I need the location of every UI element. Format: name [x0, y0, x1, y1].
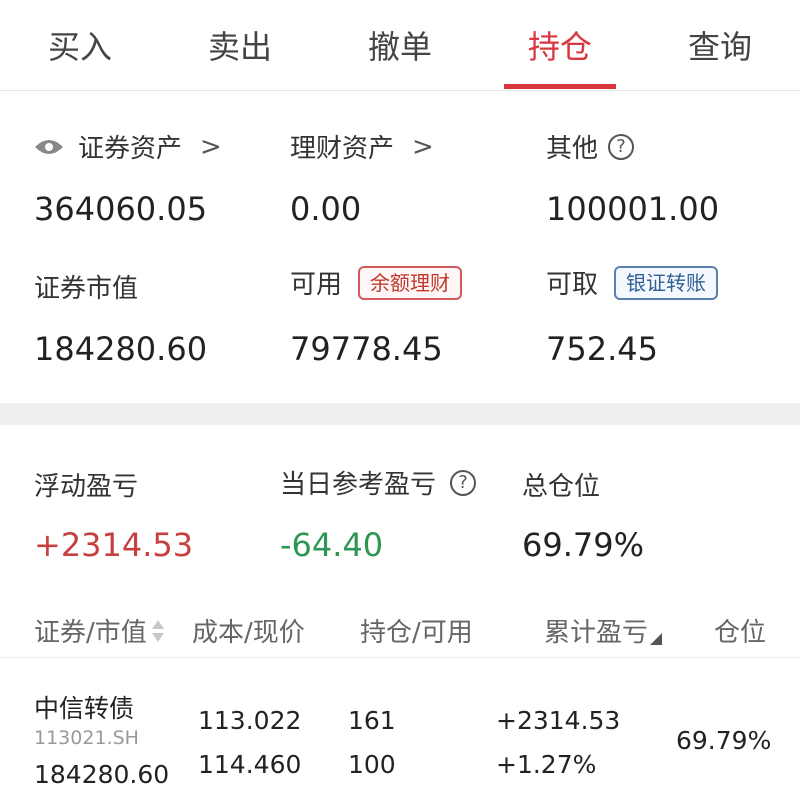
security-code: 113021.SH [34, 727, 139, 749]
available-label: 可用 [290, 270, 343, 300]
available-group: 可用 余额理财 [290, 264, 463, 301]
securities-assets-value: 364060.05 [34, 190, 208, 228]
other-assets: 其他 ? [546, 128, 635, 165]
wealth-assets-link[interactable]: 理财资产 > [290, 128, 434, 165]
total-position-value: 69.79% [522, 526, 645, 564]
tab-buy[interactable]: 买入 [0, 0, 160, 90]
cost-price: 113.022 [198, 706, 302, 735]
floating-pnl-value: +2314.53 [34, 526, 194, 564]
daily-pnl-value: -64.40 [280, 526, 384, 564]
sort-desc-icon [650, 633, 663, 645]
tab-holdings[interactable]: 持仓 [480, 0, 640, 90]
sort-icon [151, 619, 164, 642]
other-label: 其他 [546, 134, 599, 164]
security-name: 中信转债 [34, 694, 135, 723]
bank-transfer-button[interactable]: 银证转账 [614, 265, 719, 300]
cumulative-pnl: +2314.53 [496, 706, 621, 735]
col-security-header[interactable]: 证券/市值 [34, 612, 165, 649]
header-separator [0, 657, 800, 658]
available-qty: 100 [348, 750, 396, 779]
active-tab-indicator [504, 84, 616, 89]
withdrawable-group: 可取 银证转账 [546, 264, 719, 301]
chevron-right-icon: > [200, 131, 222, 162]
col-cost-header[interactable]: 成本/现价 [192, 612, 305, 649]
market-value-value: 184280.60 [34, 330, 208, 368]
withdrawable-label: 可取 [546, 270, 599, 300]
section-divider [0, 403, 800, 425]
tab-query[interactable]: 查询 [640, 0, 800, 90]
help-icon[interactable]: ? [450, 469, 477, 496]
wealth-assets-label: 理财资产 [290, 134, 395, 164]
wealth-assets-value: 0.00 [290, 190, 362, 228]
tab-sell[interactable]: 卖出 [160, 0, 320, 90]
eye-icon[interactable] [34, 138, 64, 156]
col-position-header[interactable]: 仓位 [714, 612, 766, 649]
balance-wealth-button[interactable]: 余额理财 [358, 265, 463, 300]
position-pct: 69.79% [676, 726, 772, 755]
market-value-label: 证券市值 [34, 274, 139, 304]
current-price: 114.460 [198, 750, 302, 779]
security-market-value: 184280.60 [34, 760, 170, 789]
floating-pnl-label: 浮动盈亏 [34, 472, 139, 502]
other-value: 100001.00 [546, 190, 720, 228]
total-position-label: 总仓位 [522, 472, 601, 502]
tab-cancel[interactable]: 撤单 [320, 0, 480, 90]
withdrawable-value: 752.45 [546, 330, 658, 368]
chevron-right-icon: > [412, 131, 434, 162]
securities-assets-link[interactable]: 证券资产 > [34, 128, 222, 165]
cumulative-pnl-pct: +1.27% [496, 750, 597, 779]
col-holding-header[interactable]: 持仓/可用 [360, 612, 473, 649]
help-icon[interactable]: ? [608, 133, 635, 160]
daily-pnl-group: 当日参考盈亏 ? [280, 464, 477, 501]
holding-qty: 161 [348, 706, 396, 735]
col-pnl-header[interactable]: 累计盈亏 [544, 612, 663, 649]
securities-assets-label: 证券资产 [78, 134, 183, 164]
daily-pnl-label: 当日参考盈亏 [280, 470, 437, 500]
available-value: 79778.45 [290, 330, 443, 368]
tab-bar: 买入 卖出 撤单 持仓 查询 [0, 0, 800, 91]
